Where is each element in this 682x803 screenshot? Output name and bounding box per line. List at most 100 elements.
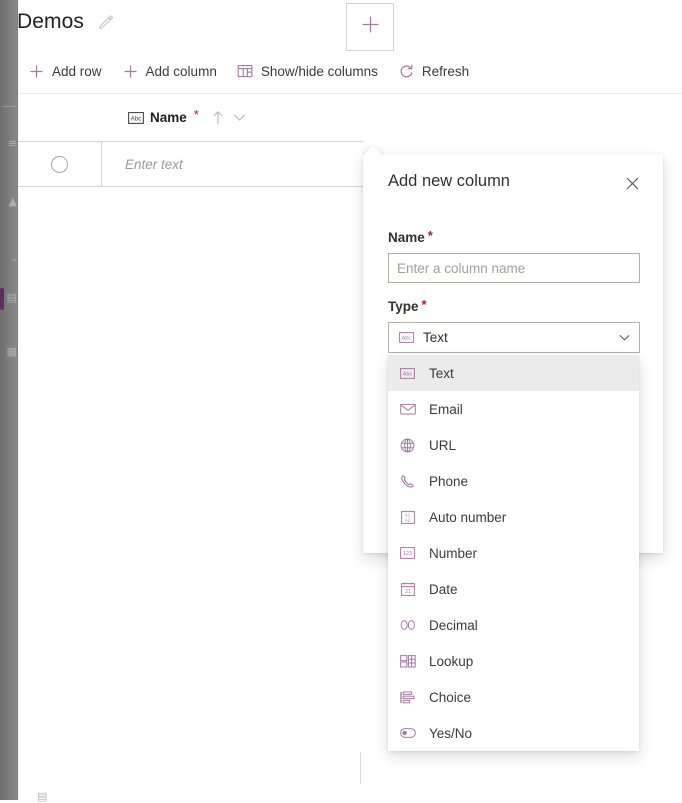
plus-icon [361,15,380,39]
chevron-down-icon[interactable] [232,110,248,126]
row-select-cell[interactable] [18,142,101,186]
type-option-text[interactable]: Abc Text [388,355,639,391]
type-option-label: Yes/No [429,725,473,741]
type-option-email[interactable]: Email [388,391,639,427]
add-row-label: Add row [52,63,102,79]
column-type-label-row: Type * [388,297,640,314]
app-window: ≡ ▲ – ▤ ▦ Demos Add row Add column Show/… [0,0,682,803]
left-nav-rail: ≡ ▲ – ▤ ▦ [0,0,18,800]
rail-item-menu[interactable]: ≡ [0,132,18,158]
globe-icon [399,438,416,452]
page-title-row: Demos [17,10,116,34]
phone-icon [399,474,416,488]
auto-number-icon: A1 A2 [399,510,416,524]
svg-text:Abc: Abc [403,371,413,377]
type-option-label: Phone [429,473,469,489]
choice-list-icon [399,690,416,704]
svg-text:Abc: Abc [401,336,411,342]
column-type-required-marker: * [421,297,427,312]
abc-text-icon: Abc [399,366,416,380]
envelope-icon [399,402,416,416]
number-123-icon: 123 [399,546,416,560]
column-required-marker: * [193,107,199,122]
rail-background [0,0,18,800]
command-bar: Add row Add column Show/hide columns Ref… [18,54,479,88]
svg-text:A2: A2 [405,517,411,522]
column-name-placeholder: Enter a column name [397,260,526,276]
refresh-icon [398,63,415,80]
svg-text:Abc: Abc [130,115,141,122]
column-name-input[interactable]: Enter a column name [388,253,640,283]
refresh-label: Refresh [421,63,470,79]
type-option-label: Decimal [429,617,478,633]
type-option-label: Date [429,581,458,597]
type-option-url[interactable]: URL [388,427,639,463]
column-header-name[interactable]: Abc Name * [118,94,363,141]
type-option-yes-no[interactable]: Yes/No [388,715,639,751]
refresh-button[interactable]: Refresh [388,54,479,88]
decimal-00-icon [399,618,416,632]
rail-divider [2,106,16,107]
column-name-label: Name [388,230,425,245]
column-type-option-list[interactable]: Abc Text Email URL Phone A1 A2 Auto numb… [388,355,639,751]
close-button[interactable] [616,167,648,199]
edit-title-button[interactable] [96,12,116,32]
type-option-lookup[interactable]: Lookup [388,643,639,679]
table-row[interactable]: Enter text [18,142,363,186]
grid-row-bottom-border [18,186,363,187]
column-type-label: Type [388,299,419,314]
type-option-number[interactable]: 123 Number [388,535,639,571]
add-column-button[interactable]: Add column [112,54,227,88]
footer-glyph: ▤ [37,790,48,803]
type-option-label: Lookup [429,653,474,669]
type-option-label: Number [429,545,478,561]
type-option-decimal[interactable]: Decimal [388,607,639,643]
svg-text:123: 123 [403,551,412,557]
add-row-button[interactable]: Add row [18,54,112,88]
abc-text-icon: Abc [127,111,144,124]
type-option-auto-number[interactable]: A1 A2 Auto number [388,499,639,535]
rail-item-home[interactable]: ▲ [0,190,18,216]
callout-beak [362,145,384,156]
type-option-phone[interactable]: Phone [388,463,639,499]
row-cell-name[interactable]: Enter text [102,142,363,186]
column-type-dropdown[interactable]: Abc Text [388,322,640,353]
column-type-field-group: Type * Abc Text [388,297,640,353]
svg-text:21: 21 [405,589,411,595]
add-column-label: Add column [145,63,217,79]
name-cell-placeholder: Enter text [125,156,183,172]
tables-icon: ▤ [6,291,17,304]
rail-item-tables[interactable]: ▤ [0,286,18,312]
column-name-field-group: Name * Enter a column name [388,229,640,283]
page-title: Demos [17,10,85,33]
column-name-label-row: Name * [388,229,640,245]
type-option-label: Choice [429,689,472,705]
rail-item-apps[interactable]: ▦ [0,340,18,366]
pencil-icon [99,15,113,30]
column-header-label: Name [150,110,187,125]
type-option-label: URL [429,437,457,453]
type-option-label: Email [429,401,463,417]
toggle-icon [399,726,416,740]
apps-icon: ▦ [6,345,17,358]
column-type-selected-value: Text [423,330,448,345]
type-option-date[interactable]: 21 Date [388,571,639,607]
columns-icon [237,63,254,80]
rail-item-recent[interactable]: – [0,248,18,274]
show-hide-columns-label: Show/hide columns [260,63,378,79]
row-select-circle[interactable] [51,155,68,173]
lookup-icon [399,654,416,668]
calendar-icon: 21 [399,582,416,596]
show-hide-columns-button[interactable]: Show/hide columns [227,54,388,88]
menu-icon: ≡ [7,137,17,150]
add-column-cell-button[interactable] [346,3,394,51]
sort-ascending-icon[interactable] [210,110,226,126]
vertical-rule [360,752,361,784]
type-option-choice[interactable]: Choice [388,679,639,715]
grid-header-row: Abc Name * [18,94,682,141]
close-icon [626,177,638,189]
plus-icon [122,63,139,80]
chevron-down-icon[interactable] [617,331,631,345]
dialog-title: Add new column [388,172,510,190]
plus-icon [28,63,45,80]
